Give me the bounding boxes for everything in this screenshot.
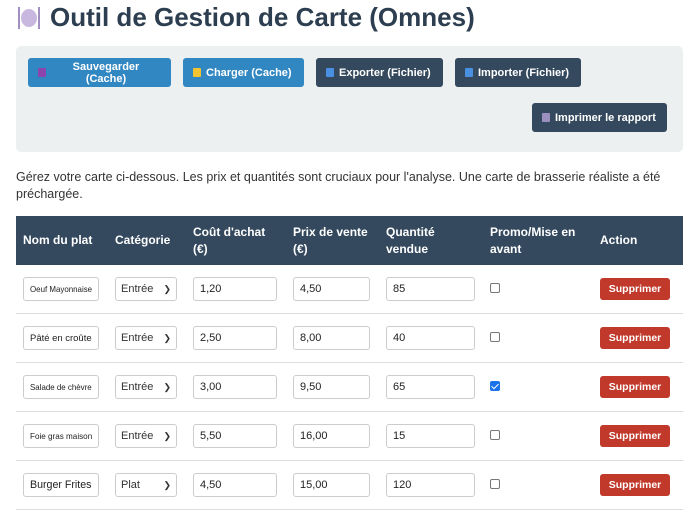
table-row: Pâté en croûte Entrée ❯ 2,50 8,00 40 Supp…: [16, 313, 683, 363]
table-row: Salade de chèvre Entrée ❯ 3,00 9,50 65 Su…: [16, 362, 683, 412]
quantity-input[interactable]: 15: [386, 424, 475, 448]
dish-name-input[interactable]: Salade de chèvre: [23, 375, 99, 399]
table-row: Burger Frites Plat ❯ 4,50 15,00 120 Suppr…: [16, 460, 683, 510]
header-category: Catégorie: [108, 216, 186, 265]
chevron-down-icon: ❯: [163, 430, 171, 441]
delete-button[interactable]: Supprimer: [600, 474, 670, 496]
quantity-input[interactable]: 65: [386, 375, 475, 399]
promo-checkbox[interactable]: [490, 283, 500, 293]
chevron-down-icon: ❯: [163, 283, 171, 294]
upload-icon: [465, 68, 473, 77]
price-input[interactable]: 9,50: [293, 375, 370, 399]
delete-button[interactable]: Supprimer: [600, 327, 670, 349]
chevron-down-icon: ❯: [163, 479, 171, 490]
chevron-down-icon: ❯: [163, 381, 171, 392]
delete-button[interactable]: Supprimer: [600, 278, 670, 300]
header-promo: Promo/Mise en avant: [483, 216, 593, 265]
delete-button[interactable]: Supprimer: [600, 425, 670, 447]
header-name: Nom du plat: [16, 216, 108, 265]
load-button[interactable]: Charger (Cache): [183, 58, 304, 87]
quantity-input[interactable]: 40: [386, 326, 475, 350]
header-quantity: Quantité vendue: [379, 216, 483, 265]
menu-table: Nom du plat Catégorie Coût d'achat (€) P…: [16, 216, 683, 510]
quantity-input[interactable]: 120: [386, 473, 475, 497]
promo-checkbox[interactable]: [490, 381, 500, 391]
chevron-down-icon: ❯: [163, 332, 171, 343]
promo-checkbox[interactable]: [490, 430, 500, 440]
promo-checkbox[interactable]: [490, 332, 500, 342]
dish-name-input[interactable]: Oeuf Mayonnaise: [23, 277, 99, 301]
cost-input[interactable]: 1,20: [193, 277, 277, 301]
printer-icon: [542, 113, 550, 122]
floppy-icon: [38, 68, 46, 77]
header-cost: Coût d'achat (€): [186, 216, 286, 265]
description: Gérez votre carte ci-dessous. Les prix e…: [16, 170, 661, 201]
table-row: Oeuf Mayonnaise Entrée ❯ 1,20 4,50 85 Sup…: [16, 265, 683, 314]
cost-input[interactable]: 4,50: [193, 473, 277, 497]
category-select[interactable]: Entrée ❯: [115, 424, 177, 448]
plate-icon: [18, 6, 40, 29]
cost-input[interactable]: 2,50: [193, 326, 277, 350]
cost-input[interactable]: 5,50: [193, 424, 277, 448]
folder-icon: [193, 68, 201, 77]
toolbar-panel: Sauvegarder (Cache) Charger (Cache) Expo…: [16, 46, 683, 152]
price-input[interactable]: 16,00: [293, 424, 370, 448]
export-button[interactable]: Exporter (Fichier): [316, 58, 443, 87]
category-select[interactable]: Plat ❯: [115, 473, 177, 497]
category-select[interactable]: Entrée ❯: [115, 277, 177, 301]
cost-input[interactable]: 3,00: [193, 375, 277, 399]
dish-name-input[interactable]: Burger Frites: [23, 473, 99, 497]
price-input[interactable]: 8,00: [293, 326, 370, 350]
quantity-input[interactable]: 85: [386, 277, 475, 301]
dish-name-input[interactable]: Pâté en croûte: [23, 326, 99, 350]
print-report-button[interactable]: Imprimer le rapport: [532, 103, 667, 132]
header-action: Action: [593, 216, 683, 265]
dish-name-input[interactable]: Foie gras maison: [23, 424, 99, 448]
promo-checkbox[interactable]: [490, 479, 500, 489]
save-button[interactable]: Sauvegarder (Cache): [28, 58, 171, 87]
download-icon: [326, 68, 334, 77]
header-price: Prix de vente (€): [286, 216, 379, 265]
delete-button[interactable]: Supprimer: [600, 376, 670, 398]
category-select[interactable]: Entrée ❯: [115, 326, 177, 350]
page-title: Outil de Gestion de Carte (Omnes): [18, 2, 475, 33]
table-header: Nom du plat Catégorie Coût d'achat (€) P…: [16, 216, 683, 265]
price-input[interactable]: 4,50: [293, 277, 370, 301]
price-input[interactable]: 15,00: [293, 473, 370, 497]
category-select[interactable]: Entrée ❯: [115, 375, 177, 399]
import-button[interactable]: Importer (Fichier): [455, 58, 581, 87]
table-row: Foie gras maison Entrée ❯ 5,50 16,00 15 S…: [16, 411, 683, 461]
